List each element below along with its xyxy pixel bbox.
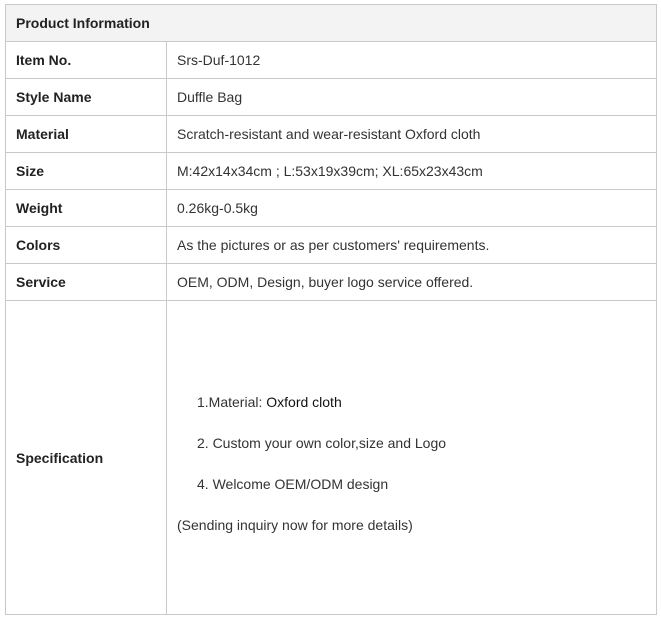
spec-item-material: 1.Material: Oxford cloth: [177, 393, 646, 411]
specification-list: 1.Material: Oxford cloth 2. Custom your …: [177, 381, 646, 534]
table-header-row: Product Information: [5, 3, 657, 43]
table-row: Weight 0.26kg-0.5kg: [5, 189, 657, 228]
table-row: Item No. Srs-Duf-1012: [5, 41, 657, 80]
product-info-table: Product Information Item No. Srs-Duf-101…: [5, 3, 657, 615]
spec-item-oem: 4. Welcome OEM/ODM design: [197, 476, 389, 493]
row-value-weight: 0.26kg-0.5kg: [166, 189, 657, 228]
table-row: Material Scratch-resistant and wear-resi…: [5, 115, 657, 154]
spec-item-material-value: Oxford cloth: [266, 394, 342, 411]
specification-content: 1.Material: Oxford cloth 2. Custom your …: [166, 300, 657, 615]
row-value-service: OEM, ODM, Design, buyer logo service off…: [166, 263, 657, 302]
row-label-specification: Specification: [5, 300, 167, 615]
row-label-material: Material: [5, 115, 167, 154]
table-row: Style Name Duffle Bag: [5, 78, 657, 117]
table-row: Colors As the pictures or as per custome…: [5, 226, 657, 265]
row-value-material: Scratch-resistant and wear-resistant Oxf…: [166, 115, 657, 154]
row-value-size: M:42x14x34cm ; L:53x19x39cm; XL:65x23x43…: [166, 152, 657, 191]
table-row: Size M:42x14x34cm ; L:53x19x39cm; XL:65x…: [5, 152, 657, 191]
row-value-style-name: Duffle Bag: [166, 78, 657, 117]
table-row: Service OEM, ODM, Design, buyer logo ser…: [5, 263, 657, 302]
row-label-service: Service: [5, 263, 167, 302]
table-row: Specification 1.Material: Oxford cloth 2…: [5, 300, 657, 615]
row-label-weight: Weight: [5, 189, 167, 228]
spec-note: (Sending inquiry now for more details): [177, 517, 413, 534]
row-label-size: Size: [5, 152, 167, 191]
row-label-style-name: Style Name: [5, 78, 167, 117]
row-label-colors: Colors: [5, 226, 167, 265]
table-title: Product Information: [5, 3, 657, 43]
row-value-colors: As the pictures or as per customers' req…: [166, 226, 657, 265]
spec-item-material-prefix: 1.Material:: [197, 394, 267, 411]
row-label-item-no: Item No.: [5, 41, 167, 80]
row-value-item-no: Srs-Duf-1012: [166, 41, 657, 80]
spec-item-custom: 2. Custom your own color,size and Logo: [197, 435, 447, 452]
